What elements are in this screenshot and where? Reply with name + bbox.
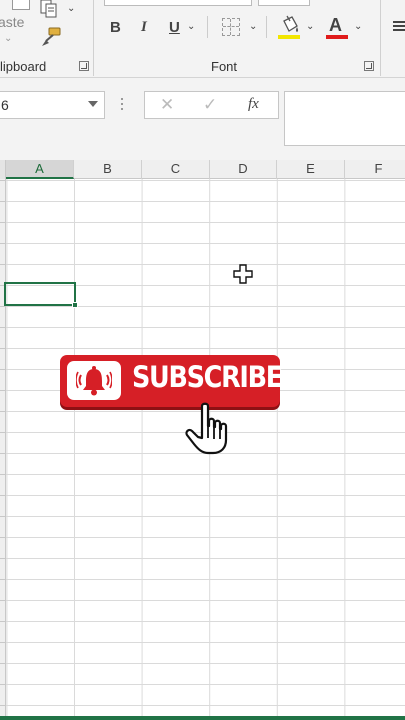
active-cell[interactable] xyxy=(4,282,78,308)
copy-icon[interactable] xyxy=(40,0,60,18)
formula-bar-grip-icon[interactable] xyxy=(121,98,124,112)
clipboard-launcher-icon[interactable] xyxy=(79,61,89,71)
clipboard-group-label: lipboard xyxy=(0,59,47,74)
insert-function-button[interactable]: fx xyxy=(248,96,259,113)
paste-button-top[interactable] xyxy=(12,0,30,10)
name-box[interactable]: 6 xyxy=(0,91,105,119)
cell-cursor-plus-icon xyxy=(233,264,253,284)
column-header-b[interactable]: B xyxy=(74,160,142,179)
column-header-d[interactable]: D xyxy=(210,160,277,179)
font-color-dropdown-icon[interactable]: ⌄ xyxy=(354,21,362,32)
borders-dropdown-icon[interactable]: ⌄ xyxy=(249,21,257,32)
underline-dropdown-icon[interactable]: ⌄ xyxy=(187,21,195,32)
toolbar-separator xyxy=(266,16,267,38)
format-painter-icon[interactable] xyxy=(40,26,62,48)
font-group-label: Font xyxy=(211,59,238,74)
group-separator xyxy=(380,0,381,76)
column-header-f[interactable]: F xyxy=(345,160,405,179)
cancel-icon[interactable]: ✕ xyxy=(160,95,174,115)
formula-input[interactable] xyxy=(284,91,405,146)
fill-color-swatch xyxy=(278,35,300,39)
font-launcher-icon[interactable] xyxy=(364,61,374,71)
formula-bar-area: 6 ✕ ✓ fx xyxy=(0,78,405,160)
hand-pointer-icon xyxy=(185,402,228,455)
underline-button[interactable]: U xyxy=(169,19,180,36)
borders-icon[interactable] xyxy=(222,18,240,36)
column-header-c[interactable]: C xyxy=(142,160,210,179)
column-header-e[interactable]: E xyxy=(277,160,345,179)
italic-button[interactable]: I xyxy=(141,19,147,36)
bottom-accent-bar xyxy=(0,716,405,720)
column-header-a[interactable]: A xyxy=(6,160,74,179)
enter-icon[interactable]: ✓ xyxy=(203,95,217,115)
toolbar-separator xyxy=(207,16,208,38)
ribbon: aste ⌄ ⌄ lipboard B I U ⌄ ⌄ ⌄ A ⌄ Font xyxy=(0,0,405,78)
font-name-box[interactable] xyxy=(104,0,252,6)
font-color-swatch xyxy=(326,35,348,39)
column-header-row: A B C D E F xyxy=(0,160,405,179)
copy-dropdown-icon[interactable]: ⌄ xyxy=(67,3,75,14)
subscribe-button[interactable]: SUBSCRIBE xyxy=(60,355,283,407)
bold-button[interactable]: B xyxy=(110,19,121,36)
align-left-icon[interactable] xyxy=(393,21,405,33)
paste-dropdown-icon[interactable]: ⌄ xyxy=(4,33,12,44)
bell-icon xyxy=(76,366,112,396)
fill-color-dropdown-icon[interactable]: ⌄ xyxy=(306,21,314,32)
font-size-box[interactable] xyxy=(258,0,310,6)
bell-badge xyxy=(67,361,121,400)
name-box-value: 6 xyxy=(1,97,9,113)
name-box-dropdown-icon[interactable] xyxy=(88,101,98,107)
subscribe-label: SUBSCRIBE xyxy=(132,360,283,394)
font-color-button[interactable]: A xyxy=(329,15,342,36)
group-separator xyxy=(93,0,94,76)
fill-handle[interactable] xyxy=(72,302,78,308)
paste-button-label[interactable]: aste xyxy=(0,14,24,30)
